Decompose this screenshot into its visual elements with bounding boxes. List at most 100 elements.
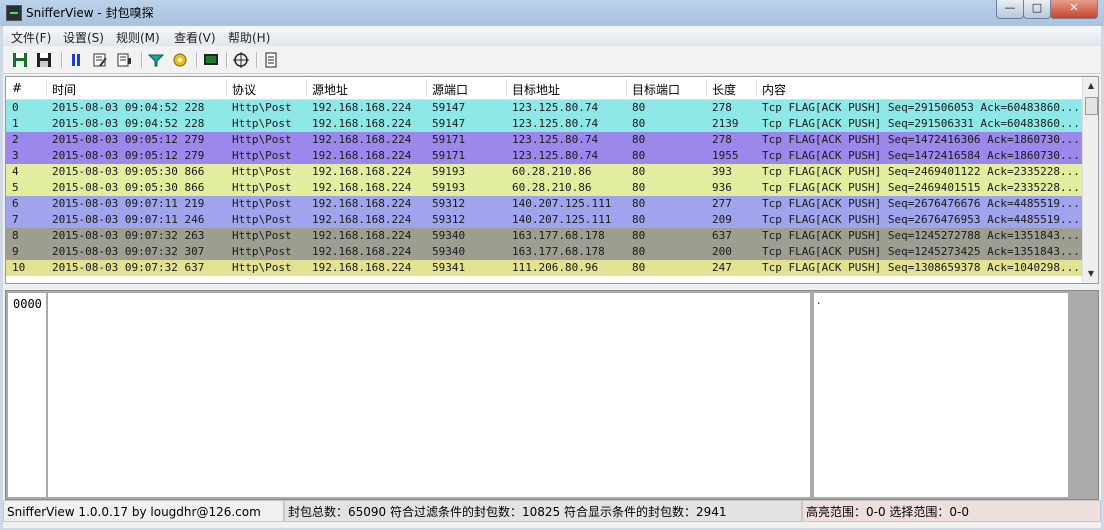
cell-length: 277 xyxy=(712,197,732,210)
table-row[interactable]: 5 2015-08-03 09:05:30 866 Http\Post 192.168… xyxy=(6,180,1082,196)
close-button[interactable]: ✕ xyxy=(1050,0,1098,19)
cell-src-addr: 192.168.168.224 xyxy=(312,101,412,114)
save-as-icon[interactable] xyxy=(35,51,53,69)
table-row[interactable]: 8 2015-08-03 09:07:32 263 Http\Post 192.168… xyxy=(6,228,1082,244)
scroll-thumb[interactable] xyxy=(1085,97,1098,115)
toolbar-separator xyxy=(141,52,143,68)
hex-offset-column: 0000 xyxy=(8,293,46,497)
table-row[interactable]: 9 2015-08-03 09:07:32 307 Http\Post 192.168… xyxy=(6,244,1082,260)
cell-dst-port: 80 xyxy=(632,245,646,258)
cell-src-port: 59193 xyxy=(432,181,466,194)
cell-time: 2015-08-03 09:04:52 228 xyxy=(52,101,205,114)
status-packet-counts: 封包总数：65090 符合过滤条件的封包数：10825 符合显示条件的封包数：2… xyxy=(284,500,802,522)
table-row[interactable]: 4 2015-08-03 09:05:30 866 Http\Post 192.168… xyxy=(6,164,1082,180)
cell-src-addr: 192.168.168.224 xyxy=(312,197,412,210)
window-title: SnifferView - 封包嗅探 xyxy=(26,6,154,20)
cell-src-addr: 192.168.168.224 xyxy=(312,213,412,226)
table-row[interactable]: 1 2015-08-03 09:04:52 228 Http\Post 192.168… xyxy=(6,116,1082,132)
cell-index: 7 xyxy=(12,213,19,226)
cell-index: 5 xyxy=(12,181,19,194)
column-header-length[interactable]: 长度 xyxy=(712,81,736,98)
table-row[interactable]: 2 2015-08-03 09:05:12 279 Http\Post 192.168… xyxy=(6,132,1082,148)
packet-list[interactable]: # 时间 协议 源地址 源端口 目标地址 目标端口 长度 内容 0 2015-08… xyxy=(5,76,1099,284)
cell-time: 2015-08-03 09:07:32 263 xyxy=(52,229,205,242)
status-ranges: 高亮范围：0-0 选择范围：0-0 xyxy=(802,500,1101,522)
column-header-protocol[interactable]: 协议 xyxy=(232,81,256,98)
cell-time: 2015-08-03 09:07:11 219 xyxy=(52,197,205,210)
status-app-info: SnifferView 1.0.0.17 by lougdhr@126.com xyxy=(3,500,284,522)
cell-content: Tcp FLAG[ACK PUSH] Seq=2676476676 Ack=44… xyxy=(762,197,1080,210)
edit-rule-icon[interactable] xyxy=(91,51,109,69)
table-row[interactable]: 6 2015-08-03 09:07:11 219 Http\Post 192.168… xyxy=(6,196,1082,212)
column-header-time[interactable]: 时间 xyxy=(52,81,76,98)
cell-dst-port: 80 xyxy=(632,261,646,274)
column-header-content[interactable]: 内容 xyxy=(762,81,786,98)
packet-list-header: # 时间 协议 源地址 源端口 目标地址 目标端口 长度 内容 xyxy=(6,77,1082,100)
cell-protocol: Http\Post xyxy=(232,213,292,226)
cell-length: 247 xyxy=(712,261,732,274)
cell-src-port: 59171 xyxy=(432,149,466,162)
column-header-index[interactable]: # xyxy=(12,81,22,95)
cell-dst-port: 80 xyxy=(632,149,646,162)
menu-rules[interactable]: 规则(M) xyxy=(116,29,160,46)
hex-bytes-area[interactable] xyxy=(48,293,810,497)
cell-dst-port: 80 xyxy=(632,133,646,146)
packet-list-scrollbar[interactable]: ▲ ▼ xyxy=(1082,77,1098,283)
table-row[interactable]: 7 2015-08-03 09:07:11 246 Http\Post 192.168… xyxy=(6,212,1082,228)
cell-protocol: Http\Post xyxy=(232,133,292,146)
maximize-button[interactable]: □ xyxy=(1023,0,1051,19)
terminal-icon[interactable] xyxy=(202,51,220,69)
table-row[interactable]: 3 2015-08-03 09:05:12 279 Http\Post 192.168… xyxy=(6,148,1082,164)
cell-protocol: Http\Post xyxy=(232,229,292,242)
document-icon[interactable] xyxy=(262,51,280,69)
menu-file[interactable]: 文件(F) xyxy=(11,29,51,46)
table-row[interactable]: 10 2015-08-03 09:07:32 637 Http\Post 192.16… xyxy=(6,260,1082,276)
column-header-src-port[interactable]: 源端口 xyxy=(432,81,468,98)
cell-protocol: Http\Post xyxy=(232,261,292,274)
filter-icon[interactable] xyxy=(147,51,165,69)
cell-index: 4 xyxy=(12,165,19,178)
cell-dst-port: 80 xyxy=(632,117,646,130)
cell-dst-addr: 123.125.80.74 xyxy=(512,117,599,130)
save-icon[interactable] xyxy=(11,51,29,69)
cell-content: Tcp FLAG[ACK PUSH] Seq=1245273425 Ack=13… xyxy=(762,245,1080,258)
cell-index: 3 xyxy=(12,149,19,162)
target-icon[interactable] xyxy=(232,51,250,69)
cell-dst-port: 80 xyxy=(632,101,646,114)
cell-index: 0 xyxy=(12,101,19,114)
cell-src-addr: 192.168.168.224 xyxy=(312,165,412,178)
cell-index: 1 xyxy=(12,117,19,130)
toolbar-separator xyxy=(256,52,258,68)
column-header-dst-addr[interactable]: 目标地址 xyxy=(512,81,560,98)
cell-content: Tcp FLAG[ACK PUSH] Seq=291506053 Ack=604… xyxy=(762,101,1080,114)
menu-view[interactable]: 查看(V) xyxy=(174,29,216,46)
column-header-src-addr[interactable]: 源地址 xyxy=(312,81,348,98)
export-icon[interactable] xyxy=(115,51,133,69)
minimize-button[interactable]: — xyxy=(996,0,1024,19)
column-header-dst-port[interactable]: 目标端口 xyxy=(632,81,680,98)
table-row[interactable]: 0 2015-08-03 09:04:52 228 Http\Post 192.168… xyxy=(6,100,1082,116)
menu-settings[interactable]: 设置(S) xyxy=(63,29,104,46)
menu-help[interactable]: 帮助(H) xyxy=(228,29,270,46)
cell-dst-addr: 140.207.125.111 xyxy=(512,213,612,226)
cell-content: Tcp FLAG[ACK PUSH] Seq=291506331 Ack=604… xyxy=(762,117,1080,130)
settings-icon[interactable] xyxy=(171,51,189,69)
cell-length: 200 xyxy=(712,245,732,258)
scroll-up-arrow-icon[interactable]: ▲ xyxy=(1084,79,1098,93)
scroll-down-arrow-icon[interactable]: ▼ xyxy=(1084,267,1098,281)
cell-src-addr: 192.168.168.224 xyxy=(312,245,412,258)
cell-index: 2 xyxy=(12,133,19,146)
cell-length: 393 xyxy=(712,165,732,178)
cell-time: 2015-08-03 09:05:30 866 xyxy=(52,165,205,178)
main-window: 文件(F) 设置(S) 规则(M) 查看(V) 帮助(H) # 时间 协议 源地… xyxy=(3,26,1101,528)
cell-src-port: 59147 xyxy=(432,101,466,114)
cell-dst-addr: 111.206.80.96 xyxy=(512,261,599,274)
cell-src-addr: 192.168.168.224 xyxy=(312,181,412,194)
hex-ascii-area[interactable]: . xyxy=(814,293,1068,497)
pause-icon[interactable] xyxy=(67,51,85,69)
cell-content: Tcp FLAG[ACK PUSH] Seq=2676476953 Ack=44… xyxy=(762,213,1080,226)
cell-index: 10 xyxy=(12,261,26,274)
cell-src-addr: 192.168.168.224 xyxy=(312,229,412,242)
cell-time: 2015-08-03 09:07:32 637 xyxy=(52,261,205,274)
cell-length: 278 xyxy=(712,133,732,146)
